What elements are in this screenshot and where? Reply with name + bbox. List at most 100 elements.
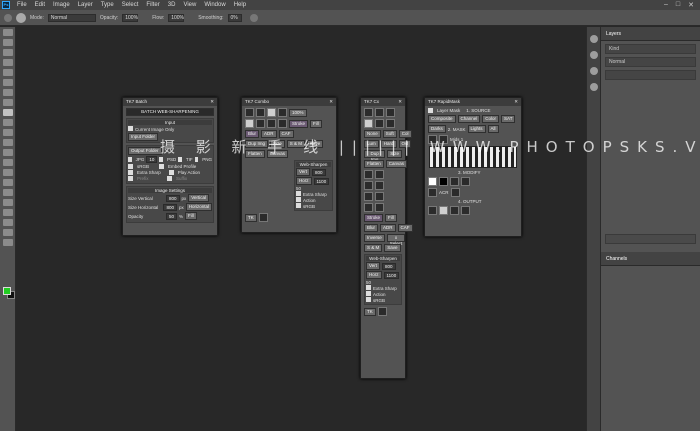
srgb-checkbox[interactable] <box>366 297 371 302</box>
sm-button[interactable]: S & M <box>364 244 383 252</box>
darks-button[interactable]: Darks <box>428 125 446 133</box>
brush-black-icon[interactable] <box>375 119 384 128</box>
fx-icon[interactable] <box>364 203 373 212</box>
horz-button[interactable]: Horz <box>366 271 382 279</box>
heal-icon[interactable] <box>375 181 384 190</box>
suffix-field[interactable]: Suffix <box>176 176 187 181</box>
vert-button[interactable]: Vert <box>366 262 381 270</box>
close-icon[interactable]: ✕ <box>514 99 518 105</box>
input-folder-button[interactable]: Input Folder <box>128 133 159 141</box>
history-brush-tool-icon[interactable] <box>3 129 13 136</box>
prefix-field[interactable]: Prefix <box>137 176 165 181</box>
output-brush-icon[interactable] <box>439 206 448 215</box>
vert-field[interactable]: 800 <box>312 168 326 176</box>
tk-button[interactable]: TK <box>364 307 376 316</box>
opacity-percent[interactable]: 100% <box>289 108 307 117</box>
menu-view[interactable]: View <box>179 2 200 8</box>
healing-tool-icon[interactable] <box>3 99 13 106</box>
circle-icon[interactable] <box>256 108 265 117</box>
srgb-checkbox[interactable] <box>296 203 301 208</box>
half-circle-icon[interactable] <box>386 108 395 117</box>
brush-white-icon[interactable] <box>245 119 254 128</box>
caf-button[interactable]: CAF <box>397 224 413 232</box>
burn-icon[interactable] <box>278 108 287 117</box>
pen-tool-icon[interactable] <box>3 179 13 186</box>
brush-green-icon[interactable] <box>267 119 276 128</box>
feather-icon[interactable] <box>428 188 437 197</box>
brush-gray-icon[interactable] <box>278 119 287 128</box>
adr-button[interactable]: ADR <box>380 224 396 232</box>
brush-tool-icon[interactable] <box>4 13 12 22</box>
canvas-button[interactable]: Canvas <box>385 160 408 168</box>
menu-edit[interactable]: Edit <box>31 2 49 8</box>
link-icon[interactable] <box>375 203 384 212</box>
refine-icon[interactable] <box>450 188 460 197</box>
photoshop-logo[interactable]: Ps <box>2 1 10 9</box>
stroke-button[interactable]: Stroke <box>289 119 309 128</box>
more-tools-icon[interactable] <box>3 239 13 246</box>
suffix-checkbox[interactable] <box>167 176 172 181</box>
size-horizontal-field[interactable]: 800 <box>163 203 177 211</box>
tk-button[interactable]: TK <box>245 213 257 222</box>
eye-icon[interactable] <box>364 108 373 117</box>
layer-blend-mode[interactable]: Normal <box>605 57 696 67</box>
white-swatch-icon[interactable] <box>428 177 437 186</box>
quick-select-tool-icon[interactable] <box>3 59 13 66</box>
crop-icon[interactable] <box>375 170 384 179</box>
horz-button[interactable]: Horz <box>296 177 312 185</box>
fill-button[interactable]: Fill <box>310 119 322 128</box>
vertical-button[interactable]: Vertical <box>188 194 210 202</box>
action-checkbox[interactable] <box>296 197 301 202</box>
menu-3d[interactable]: 3D <box>164 2 180 8</box>
square-select-icon[interactable] <box>364 170 373 179</box>
black-swatch-icon[interactable] <box>439 177 448 186</box>
hand-tool-icon[interactable] <box>3 219 13 226</box>
maximize-icon[interactable]: □ <box>676 1 680 9</box>
extra-sharp-checkbox[interactable] <box>366 285 371 290</box>
play-icon[interactable] <box>590 67 598 75</box>
close-icon[interactable]: ✕ <box>210 99 214 105</box>
png-checkbox[interactable] <box>194 157 199 162</box>
x-select-button[interactable]: x Select <box>386 234 406 246</box>
gear-icon[interactable] <box>249 13 258 22</box>
menu-filter[interactable]: Filter <box>142 2 163 8</box>
composite-button[interactable]: Composite <box>428 115 456 123</box>
gradient-tool-icon[interactable] <box>3 149 13 156</box>
layers-icon[interactable] <box>375 192 384 201</box>
save-button[interactable]: Save <box>384 244 401 252</box>
menu-select[interactable]: Select <box>118 2 143 8</box>
current-image-checkbox[interactable] <box>128 126 133 131</box>
psd-checkbox[interactable] <box>159 157 163 162</box>
play-action-checkbox[interactable] <box>168 170 174 175</box>
rewind-icon[interactable] <box>386 119 395 128</box>
flow-field[interactable]: 100% <box>168 13 185 22</box>
fill-button[interactable]: Fill <box>185 212 197 220</box>
embed-profile-checkbox[interactable] <box>159 164 165 169</box>
channels-tab[interactable]: Channels <box>601 252 700 266</box>
srgb-checkbox[interactable] <box>128 164 133 169</box>
close-icon[interactable]: ✕ <box>688 1 694 9</box>
eraser-tool-icon[interactable] <box>3 139 13 146</box>
menu-layer[interactable]: Layer <box>74 2 97 8</box>
close-icon[interactable]: ✕ <box>398 99 402 105</box>
vert-field[interactable]: 800 <box>382 262 396 270</box>
output-white-icon[interactable] <box>428 206 437 215</box>
play-icon[interactable] <box>377 307 387 316</box>
mode-select[interactable]: Normal <box>47 13 96 22</box>
fill-button[interactable]: Fill <box>385 214 397 222</box>
dodge-tool-icon[interactable] <box>3 169 13 176</box>
info-icon[interactable] <box>590 35 598 43</box>
close-icon[interactable]: ✕ <box>329 99 333 105</box>
extra-sharp-checkbox[interactable] <box>296 191 301 196</box>
smoothing-field[interactable]: 0% <box>227 13 242 22</box>
brush-tool-icon[interactable] <box>3 109 13 116</box>
clone-stamp-tool-icon[interactable] <box>3 119 13 126</box>
menu-window[interactable]: Window <box>200 2 229 8</box>
output-folder-button[interactable]: Output Folder <box>128 147 162 155</box>
acr-label[interactable]: ACR <box>439 190 449 195</box>
layers-list[interactable] <box>601 83 700 231</box>
stroke-button[interactable]: Stroke <box>364 214 384 222</box>
minimize-icon[interactable]: – <box>664 1 668 9</box>
contract-icon[interactable] <box>450 177 459 186</box>
brush-black-icon[interactable] <box>256 119 265 128</box>
